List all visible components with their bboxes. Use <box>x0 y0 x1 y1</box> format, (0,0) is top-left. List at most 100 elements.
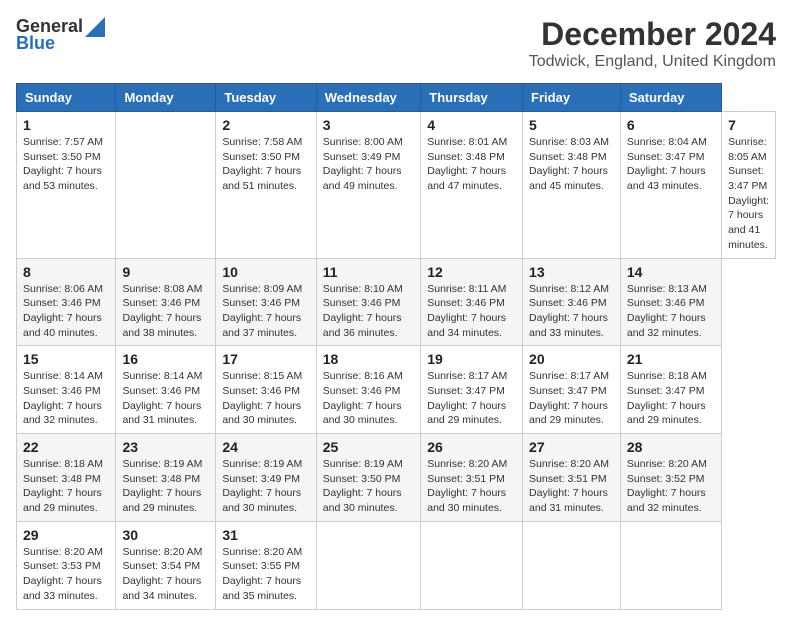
day-info: Sunrise: 8:20 AM Sunset: 3:55 PM Dayligh… <box>222 545 309 604</box>
week-row: 8 Sunrise: 8:06 AM Sunset: 3:46 PM Dayli… <box>17 258 776 346</box>
table-row: 26 Sunrise: 8:20 AM Sunset: 3:51 PM Dayl… <box>421 434 523 522</box>
table-row: 11 Sunrise: 8:10 AM Sunset: 3:46 PM Dayl… <box>316 258 420 346</box>
day-info: Sunrise: 8:18 AM Sunset: 3:48 PM Dayligh… <box>23 457 109 516</box>
day-info: Sunrise: 8:10 AM Sunset: 3:46 PM Dayligh… <box>323 282 414 341</box>
table-row: 19 Sunrise: 8:17 AM Sunset: 3:47 PM Dayl… <box>421 346 523 434</box>
table-row: 12 Sunrise: 8:11 AM Sunset: 3:46 PM Dayl… <box>421 258 523 346</box>
day-number: 11 <box>323 264 414 280</box>
day-info: Sunrise: 8:20 AM Sunset: 3:52 PM Dayligh… <box>627 457 715 516</box>
week-row: 1 Sunrise: 7:57 AM Sunset: 3:50 PM Dayli… <box>17 112 776 259</box>
day-info: Sunrise: 8:09 AM Sunset: 3:46 PM Dayligh… <box>222 282 309 341</box>
day-number: 31 <box>222 527 309 543</box>
day-number: 18 <box>323 351 414 367</box>
day-number: 27 <box>529 439 614 455</box>
day-info: Sunrise: 8:18 AM Sunset: 3:47 PM Dayligh… <box>627 369 715 428</box>
location-title: Todwick, England, United Kingdom <box>529 53 776 71</box>
table-row: 21 Sunrise: 8:18 AM Sunset: 3:47 PM Dayl… <box>620 346 721 434</box>
table-row: 30 Sunrise: 8:20 AM Sunset: 3:54 PM Dayl… <box>116 521 216 609</box>
day-info: Sunrise: 8:20 AM Sunset: 3:54 PM Dayligh… <box>122 545 209 604</box>
day-number: 13 <box>529 264 614 280</box>
day-info: Sunrise: 8:05 AM Sunset: 3:47 PM Dayligh… <box>728 135 769 253</box>
col-tuesday: Tuesday <box>216 84 316 112</box>
day-info: Sunrise: 8:17 AM Sunset: 3:47 PM Dayligh… <box>529 369 614 428</box>
day-number: 23 <box>122 439 209 455</box>
day-info: Sunrise: 8:19 AM Sunset: 3:50 PM Dayligh… <box>323 457 414 516</box>
day-number: 12 <box>427 264 516 280</box>
day-number: 29 <box>23 527 109 543</box>
col-friday: Friday <box>523 84 621 112</box>
col-saturday: Saturday <box>620 84 721 112</box>
day-number: 4 <box>427 117 516 133</box>
table-row: 4 Sunrise: 8:01 AM Sunset: 3:48 PM Dayli… <box>421 112 523 259</box>
calendar-table: Sunday Monday Tuesday Wednesday Thursday… <box>16 83 776 610</box>
day-number: 20 <box>529 351 614 367</box>
day-info: Sunrise: 8:14 AM Sunset: 3:46 PM Dayligh… <box>122 369 209 428</box>
day-number: 8 <box>23 264 109 280</box>
week-row: 29 Sunrise: 8:20 AM Sunset: 3:53 PM Dayl… <box>17 521 776 609</box>
day-info: Sunrise: 8:00 AM Sunset: 3:49 PM Dayligh… <box>323 135 414 194</box>
title-area: December 2024 Todwick, England, United K… <box>529 16 776 71</box>
day-number: 24 <box>222 439 309 455</box>
day-number: 26 <box>427 439 516 455</box>
day-number: 16 <box>122 351 209 367</box>
day-number: 6 <box>627 117 715 133</box>
table-row: 24 Sunrise: 8:19 AM Sunset: 3:49 PM Dayl… <box>216 434 316 522</box>
day-info: Sunrise: 8:20 AM Sunset: 3:51 PM Dayligh… <box>529 457 614 516</box>
day-number: 17 <box>222 351 309 367</box>
day-info: Sunrise: 8:14 AM Sunset: 3:46 PM Dayligh… <box>23 369 109 428</box>
day-number: 28 <box>627 439 715 455</box>
table-row: 10 Sunrise: 8:09 AM Sunset: 3:46 PM Dayl… <box>216 258 316 346</box>
day-number: 14 <box>627 264 715 280</box>
table-row: 6 Sunrise: 8:04 AM Sunset: 3:47 PM Dayli… <box>620 112 721 259</box>
empty-cell <box>116 112 216 259</box>
empty-cell <box>421 521 523 609</box>
day-info: Sunrise: 8:20 AM Sunset: 3:53 PM Dayligh… <box>23 545 109 604</box>
day-number: 15 <box>23 351 109 367</box>
table-row: 31 Sunrise: 8:20 AM Sunset: 3:55 PM Dayl… <box>216 521 316 609</box>
month-title: December 2024 <box>529 16 776 53</box>
table-row: 15 Sunrise: 8:14 AM Sunset: 3:46 PM Dayl… <box>17 346 116 434</box>
logo: General Blue <box>16 16 105 54</box>
table-row: 14 Sunrise: 8:13 AM Sunset: 3:46 PM Dayl… <box>620 258 721 346</box>
day-number: 2 <box>222 117 309 133</box>
table-row: 29 Sunrise: 8:20 AM Sunset: 3:53 PM Dayl… <box>17 521 116 609</box>
day-info: Sunrise: 8:20 AM Sunset: 3:51 PM Dayligh… <box>427 457 516 516</box>
day-info: Sunrise: 8:01 AM Sunset: 3:48 PM Dayligh… <box>427 135 516 194</box>
week-row: 22 Sunrise: 8:18 AM Sunset: 3:48 PM Dayl… <box>17 434 776 522</box>
table-row: 22 Sunrise: 8:18 AM Sunset: 3:48 PM Dayl… <box>17 434 116 522</box>
day-number: 5 <box>529 117 614 133</box>
header-row: Sunday Monday Tuesday Wednesday Thursday… <box>17 84 776 112</box>
table-row: 2 Sunrise: 7:58 AM Sunset: 3:50 PM Dayli… <box>216 112 316 259</box>
table-row: 23 Sunrise: 8:19 AM Sunset: 3:48 PM Dayl… <box>116 434 216 522</box>
col-sunday: Sunday <box>17 84 116 112</box>
table-row: 8 Sunrise: 8:06 AM Sunset: 3:46 PM Dayli… <box>17 258 116 346</box>
table-row: 7 Sunrise: 8:05 AM Sunset: 3:47 PM Dayli… <box>722 112 776 259</box>
day-info: Sunrise: 8:15 AM Sunset: 3:46 PM Dayligh… <box>222 369 309 428</box>
table-row: 20 Sunrise: 8:17 AM Sunset: 3:47 PM Dayl… <box>523 346 621 434</box>
day-info: Sunrise: 8:03 AM Sunset: 3:48 PM Dayligh… <box>529 135 614 194</box>
day-info: Sunrise: 8:19 AM Sunset: 3:48 PM Dayligh… <box>122 457 209 516</box>
day-number: 22 <box>23 439 109 455</box>
table-row: 28 Sunrise: 8:20 AM Sunset: 3:52 PM Dayl… <box>620 434 721 522</box>
day-number: 25 <box>323 439 414 455</box>
table-row: 3 Sunrise: 8:00 AM Sunset: 3:49 PM Dayli… <box>316 112 420 259</box>
day-info: Sunrise: 8:13 AM Sunset: 3:46 PM Dayligh… <box>627 282 715 341</box>
day-number: 30 <box>122 527 209 543</box>
day-info: Sunrise: 8:16 AM Sunset: 3:46 PM Dayligh… <box>323 369 414 428</box>
day-number: 3 <box>323 117 414 133</box>
day-number: 9 <box>122 264 209 280</box>
empty-cell <box>316 521 420 609</box>
table-row: 25 Sunrise: 8:19 AM Sunset: 3:50 PM Dayl… <box>316 434 420 522</box>
day-info: Sunrise: 8:11 AM Sunset: 3:46 PM Dayligh… <box>427 282 516 341</box>
table-row: 27 Sunrise: 8:20 AM Sunset: 3:51 PM Dayl… <box>523 434 621 522</box>
week-row: 15 Sunrise: 8:14 AM Sunset: 3:46 PM Dayl… <box>17 346 776 434</box>
table-row: 9 Sunrise: 8:08 AM Sunset: 3:46 PM Dayli… <box>116 258 216 346</box>
table-row: 17 Sunrise: 8:15 AM Sunset: 3:46 PM Dayl… <box>216 346 316 434</box>
day-info: Sunrise: 8:17 AM Sunset: 3:47 PM Dayligh… <box>427 369 516 428</box>
day-number: 1 <box>23 117 109 133</box>
day-number: 19 <box>427 351 516 367</box>
day-number: 10 <box>222 264 309 280</box>
col-monday: Monday <box>116 84 216 112</box>
table-row: 1 Sunrise: 7:57 AM Sunset: 3:50 PM Dayli… <box>17 112 116 259</box>
table-row: 16 Sunrise: 8:14 AM Sunset: 3:46 PM Dayl… <box>116 346 216 434</box>
